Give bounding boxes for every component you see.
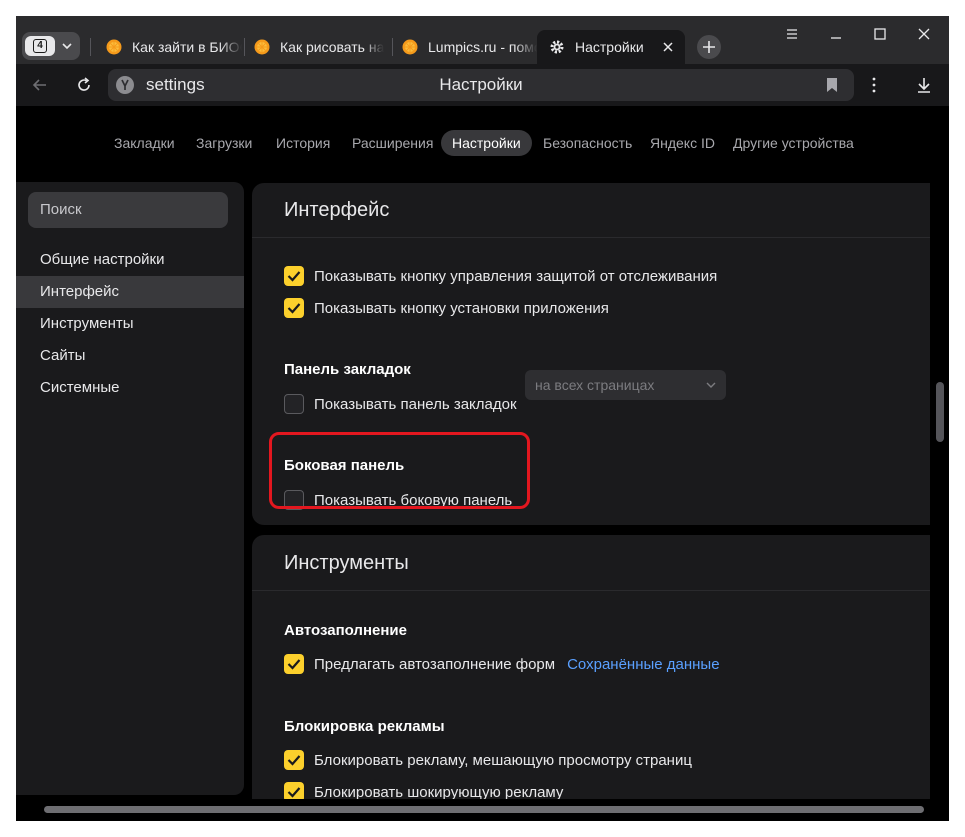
highlight-frame [269, 432, 530, 509]
checkbox-checked[interactable] [284, 750, 304, 770]
nav-history[interactable]: История [276, 130, 330, 156]
search-input[interactable]: Поиск [28, 192, 228, 228]
nav-security[interactable]: Безопасность [543, 130, 632, 156]
settings-nav: Закладки Загрузки История Расширения Нас… [16, 130, 949, 156]
tab-separator [90, 38, 91, 56]
nav-other-devices[interactable]: Другие устройства [733, 130, 854, 156]
tab-strip: 4 Как зайти в БИОС Как рисовать на Lumpi… [16, 16, 949, 64]
tab-1[interactable]: Как зайти в БИОС [94, 30, 242, 64]
settings-page: Закладки Загрузки История Расширения Нас… [16, 106, 949, 821]
tools-card: Инструменты Автозаполнение Предлагать ав… [252, 535, 930, 821]
tab-title: Как рисовать на [280, 39, 385, 55]
nav-yandex-id[interactable]: Яндекс ID [650, 130, 715, 156]
option-tracking-protection[interactable]: Показывать кнопку управления защитой от … [284, 265, 717, 287]
option-autofill[interactable]: Предлагать автозаполнение форм Сохранённ… [284, 653, 720, 675]
sidebar-item-sites[interactable]: Сайты [16, 340, 244, 372]
sidebar-item-tools[interactable]: Инструменты [16, 308, 244, 340]
chevron-down-icon[interactable] [58, 37, 76, 55]
reload-icon[interactable] [74, 75, 94, 95]
maximize-icon[interactable] [872, 26, 888, 42]
option-label: Показывать кнопку установки приложения [314, 299, 609, 317]
download-icon[interactable] [914, 75, 934, 95]
horizontal-scrollbar[interactable] [44, 806, 924, 813]
chevron-down-icon [706, 382, 716, 388]
bookmark-icon[interactable] [826, 78, 838, 92]
option-adblock-intrusive[interactable]: Блокировать рекламу, мешающую просмотру … [284, 749, 692, 771]
more-vertical-icon[interactable] [864, 75, 884, 95]
option-label: Блокировать рекламу, мешающую просмотру … [314, 751, 692, 769]
section-heading: Инструменты [284, 552, 409, 574]
checkbox-checked[interactable] [284, 266, 304, 286]
vertical-scrollbar[interactable] [936, 382, 944, 442]
sidebar-item-general[interactable]: Общие настройки [16, 244, 244, 276]
nav-downloads[interactable]: Загрузки [196, 130, 252, 156]
tab-2[interactable]: Как рисовать на [242, 30, 390, 64]
checkbox-unchecked[interactable] [284, 394, 304, 414]
plus-icon [703, 41, 715, 53]
nav-settings[interactable]: Настройки [441, 130, 532, 156]
address-bar[interactable]: settings Настройки [108, 69, 854, 101]
option-label: Предлагать автозаполнение форм [314, 655, 556, 673]
close-icon[interactable] [661, 40, 675, 54]
interface-card: Интерфейс Показывать кнопку управления з… [252, 183, 930, 525]
orange-favicon-icon [254, 39, 270, 55]
option-label: Показывать панель закладок [314, 395, 517, 413]
option-label: Блокировать шокирующую рекламу [314, 783, 564, 801]
orange-favicon-icon [106, 39, 122, 55]
tab-count-badge: 4 [33, 39, 47, 53]
sidebar-item-interface[interactable]: Интерфейс [16, 276, 244, 308]
select-value: на всех страницах [535, 377, 655, 393]
nav-extensions[interactable]: Расширения [352, 130, 433, 156]
tab-title: Настройки [575, 39, 644, 55]
new-tab-button[interactable] [697, 35, 721, 59]
subsection-heading: Панель закладок [284, 361, 411, 378]
section-heading: Интерфейс [284, 199, 390, 221]
settings-sidebar: Поиск Общие настройки Интерфейс Инструме… [16, 182, 244, 795]
option-bookmarks-bar[interactable]: Показывать панель закладок [284, 393, 517, 415]
checkmark-icon [287, 303, 301, 314]
browser-window: 4 Как зайти в БИОС Как рисовать на Lumpi… [16, 16, 949, 821]
menu-icon[interactable] [784, 26, 800, 42]
tab-3[interactable]: Lumpics.ru - помо [390, 30, 537, 64]
checkbox-checked[interactable] [284, 654, 304, 674]
subsection-heading: Автозаполнение [284, 622, 407, 639]
card-header: Инструменты [252, 535, 930, 591]
sidebar-item-system[interactable]: Системные [16, 372, 244, 404]
checkbox-checked[interactable] [284, 298, 304, 318]
option-install-app-button[interactable]: Показывать кнопку установки приложения [284, 297, 609, 319]
minimize-icon[interactable] [828, 26, 844, 42]
toolbar: settings Настройки [16, 64, 949, 106]
nav-bookmarks[interactable]: Закладки [114, 130, 175, 156]
option-label: Показывать кнопку управления защитой от … [314, 267, 718, 285]
gear-icon [550, 40, 564, 54]
checkmark-icon [287, 271, 301, 282]
bookmarks-bar-select[interactable]: на всех страницах [525, 370, 726, 400]
tab-settings-active[interactable]: Настройки [537, 30, 685, 64]
subsection-heading: Блокировка рекламы [284, 718, 445, 735]
tab-count-button[interactable]: 4 [25, 36, 55, 56]
saved-data-link[interactable]: Сохранённые данные [567, 656, 719, 673]
tab-title: Как зайти в БИОС [132, 39, 242, 55]
checkmark-icon [287, 755, 301, 766]
checkmark-icon [287, 659, 301, 670]
orange-favicon-icon [402, 39, 418, 55]
close-window-icon[interactable] [916, 26, 932, 42]
card-header: Интерфейс [252, 183, 930, 238]
tab-title: Lumpics.ru - помо [428, 39, 537, 55]
back-arrow-icon[interactable] [30, 75, 50, 95]
tab-count-group[interactable]: 4 [22, 32, 80, 60]
checkmark-icon [287, 787, 301, 798]
page-title: Настройки [439, 75, 523, 94]
